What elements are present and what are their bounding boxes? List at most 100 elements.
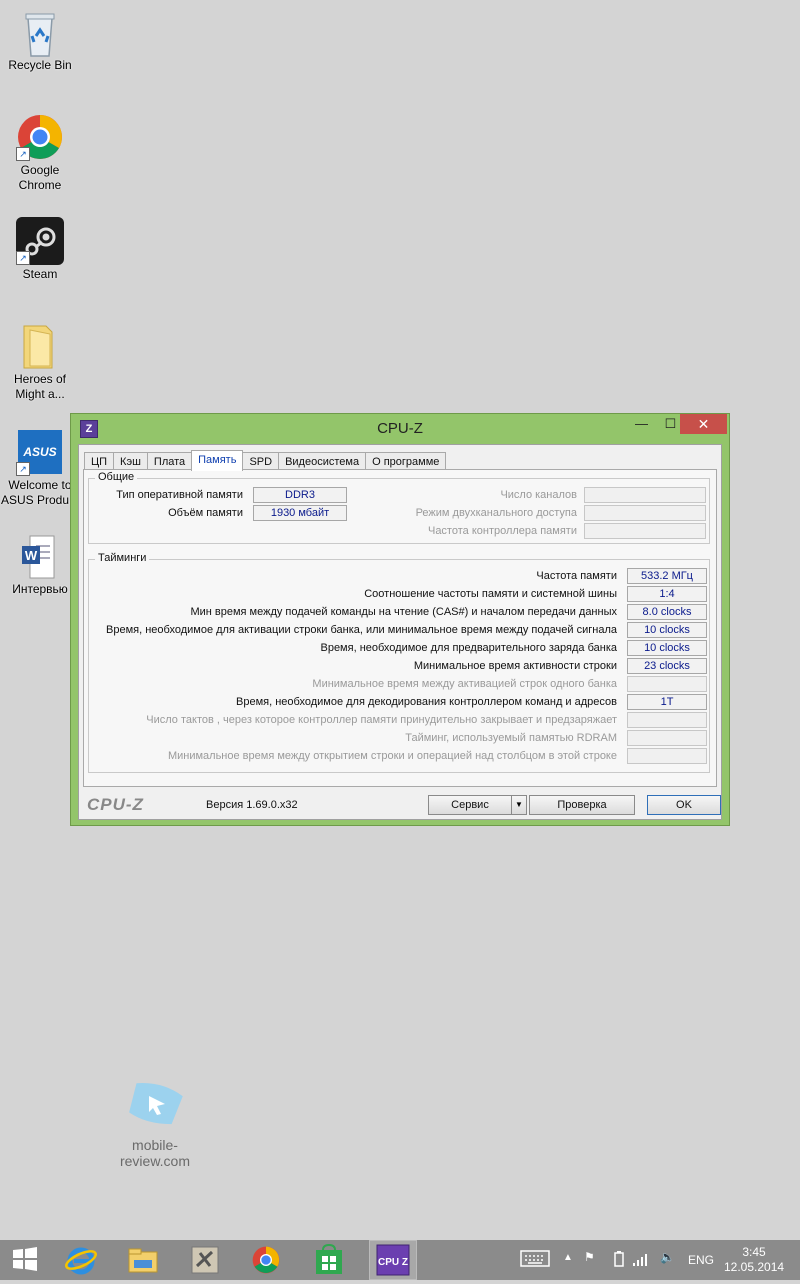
taskbar-cpuz[interactable]: CPU Z	[369, 1240, 417, 1280]
timing-label-row-to-column: Минимальное время между открытием строки…	[167, 750, 617, 762]
channels-label: Число каналов	[500, 489, 577, 501]
action-center-flag-icon[interactable]: ⚑	[584, 1250, 595, 1264]
ok-button[interactable]: OK	[647, 795, 721, 815]
taskbar-file-explorer[interactable]	[126, 1244, 160, 1276]
taskbar-store[interactable]	[312, 1243, 346, 1276]
tools-dropdown-arrow-icon[interactable]: ▼	[511, 795, 527, 815]
timing-label-command-rate: Время, необходимое для декодирования кон…	[236, 696, 617, 708]
tools-button[interactable]: Сервис	[428, 795, 512, 815]
timing-value-trp: 10 clocks	[627, 640, 707, 656]
timing-value-tras: 23 clocks	[627, 658, 707, 674]
timing-value-trdram	[627, 730, 707, 746]
shortcut-arrow-icon: ↗	[16, 251, 30, 265]
watermark: mobile-review.com	[100, 1080, 210, 1169]
memory-type-label: Тип оперативной памяти	[116, 489, 243, 501]
battery-icon[interactable]	[614, 1251, 624, 1270]
taskbar: CPU Z ▲ ⚑ 🔈 ENG 3:45 12.05.2014	[0, 1240, 800, 1280]
chrome-icon: ↗	[16, 113, 64, 161]
svg-text:W: W	[25, 548, 38, 563]
timing-label-trdram: Тайминг, используемый памятью RDRAM	[405, 732, 617, 744]
heroes-label-2: Might a...	[15, 387, 65, 401]
nb-frequency-value	[584, 523, 706, 539]
clock-date: 12.05.2014	[724, 1260, 785, 1274]
timing-value-trc	[627, 676, 707, 692]
word-document-icon: W	[16, 532, 64, 580]
internet-explorer-icon	[65, 1247, 97, 1275]
close-button[interactable]: ✕	[680, 414, 727, 434]
taskbar-chrome[interactable]	[250, 1244, 284, 1276]
interview-label: Интервью	[12, 582, 68, 596]
timing-label-trcd: Время, необходимое для активации строки …	[106, 624, 617, 636]
minimize-button[interactable]: —	[627, 414, 656, 434]
dual-channel-value	[584, 505, 706, 521]
cpuz-logo: CPU-Z	[87, 795, 144, 814]
timing-label-fsb-dram: Соотношение частоты памяти и системной ш…	[364, 588, 617, 600]
footer-bar: CPU-Z Версия 1.69.0.x32 Сервис ▼ Проверк…	[79, 793, 721, 819]
steam-icon: ↗	[16, 217, 64, 265]
desktop-icon-asus[interactable]: ASUS ↗ Welcome to ASUS Produ...	[0, 428, 80, 508]
taskbar-app-3[interactable]	[188, 1244, 222, 1276]
desktop-icon-interview-doc[interactable]: W Интервью	[0, 532, 80, 597]
desktop-icon-chrome[interactable]: ↗ Google Chrome	[0, 113, 80, 193]
heroes-label-1: Heroes of	[13, 372, 67, 386]
timing-value-dram-idle-timer	[627, 712, 707, 728]
cpuz-window: Z CPU-Z — ☐ ✕ ЦП Кэш Плата Память SPD Ви…	[70, 413, 730, 826]
folder-icon	[16, 322, 64, 370]
timing-label-dram-frequency: Частота памяти	[536, 570, 617, 582]
svg-text:ASUS: ASUS	[22, 445, 56, 459]
timing-label-trp: Время, необходимое для предварительного …	[320, 642, 617, 654]
asus-label-1: Welcome to	[8, 478, 72, 492]
game-app-icon	[191, 1246, 219, 1274]
dual-channel-label: Режим двухканального доступа	[415, 507, 577, 519]
timing-label-trc: Минимальное время между активацией строк…	[312, 678, 617, 690]
desktop-icon-steam[interactable]: ↗ Steam	[0, 217, 80, 282]
tab-strip: ЦП Кэш Плата Память SPD Видеосистема О п…	[84, 450, 447, 471]
general-group-label: Общие	[95, 471, 138, 483]
timing-label-tras: Минимальное время активности строки	[413, 660, 617, 672]
asus-icon: ASUS ↗	[16, 428, 64, 476]
validate-button[interactable]: Проверка	[529, 795, 635, 815]
tab-memory[interactable]: Память	[191, 450, 244, 471]
network-signal-icon[interactable]	[632, 1251, 650, 1270]
language-indicator[interactable]: ENG	[688, 1253, 714, 1267]
general-group: Общие Тип оперативной памяти DDR3 Объём …	[88, 471, 710, 544]
memory-type-value: DDR3	[253, 487, 347, 503]
timing-value-dram-frequency: 533.2 МГц	[627, 568, 707, 584]
mobile-review-logo-icon	[129, 1083, 183, 1125]
asus-label-2: ASUS Produ...	[0, 493, 80, 507]
chrome-label-2: Chrome	[18, 178, 62, 192]
recycle-bin-icon	[16, 8, 64, 57]
timing-value-command-rate: 1T	[627, 694, 707, 710]
chrome-icon	[252, 1246, 280, 1274]
taskbar-internet-explorer[interactable]	[64, 1244, 98, 1276]
steam-label: Steam	[22, 267, 58, 281]
start-button[interactable]	[10, 1244, 44, 1276]
clock-time: 3:45	[742, 1245, 766, 1259]
channels-value	[584, 487, 706, 503]
chrome-label-1: Google	[20, 163, 60, 177]
volume-icon[interactable]: 🔈	[660, 1250, 675, 1264]
touch-keyboard-button[interactable]	[520, 1249, 550, 1269]
timing-value-trcd: 10 clocks	[627, 622, 707, 638]
show-hidden-icons-chevron-icon[interactable]: ▲	[563, 1252, 573, 1263]
desktop-icon-recycle-bin[interactable]: Recycle Bin	[0, 8, 80, 73]
nb-frequency-label: Частота контроллера памяти	[427, 525, 577, 537]
window-client-area: ЦП Кэш Плата Память SPD Видеосистема О п…	[78, 444, 722, 820]
store-icon	[316, 1243, 342, 1274]
memory-panel: Общие Тип оперативной памяти DDR3 Объём …	[83, 469, 717, 787]
timing-value-row-to-column	[627, 748, 707, 764]
title-bar[interactable]: Z CPU-Z — ☐ ✕	[71, 414, 729, 442]
timing-value-fsb-dram: 1:4	[627, 586, 707, 602]
timing-label-cas: Мин время между подачей команды на чтени…	[190, 606, 617, 618]
shortcut-arrow-icon: ↗	[16, 462, 30, 476]
svg-text:CPU Z: CPU Z	[378, 1257, 408, 1268]
desktop-icon-heroes-folder[interactable]: Heroes of Might a...	[0, 322, 80, 402]
shortcut-arrow-icon: ↗	[16, 147, 30, 161]
timing-label-dram-idle-timer: Число тактов , через которое контроллер …	[146, 714, 617, 726]
watermark-text: mobile-review.com	[119, 1137, 191, 1169]
keyboard-icon	[520, 1250, 550, 1267]
memory-size-value: 1930 мбайт	[253, 505, 347, 521]
windows-logo-icon	[13, 1247, 37, 1271]
memory-size-label: Объём памяти	[168, 507, 243, 519]
clock[interactable]: 3:45 12.05.2014	[724, 1245, 784, 1275]
